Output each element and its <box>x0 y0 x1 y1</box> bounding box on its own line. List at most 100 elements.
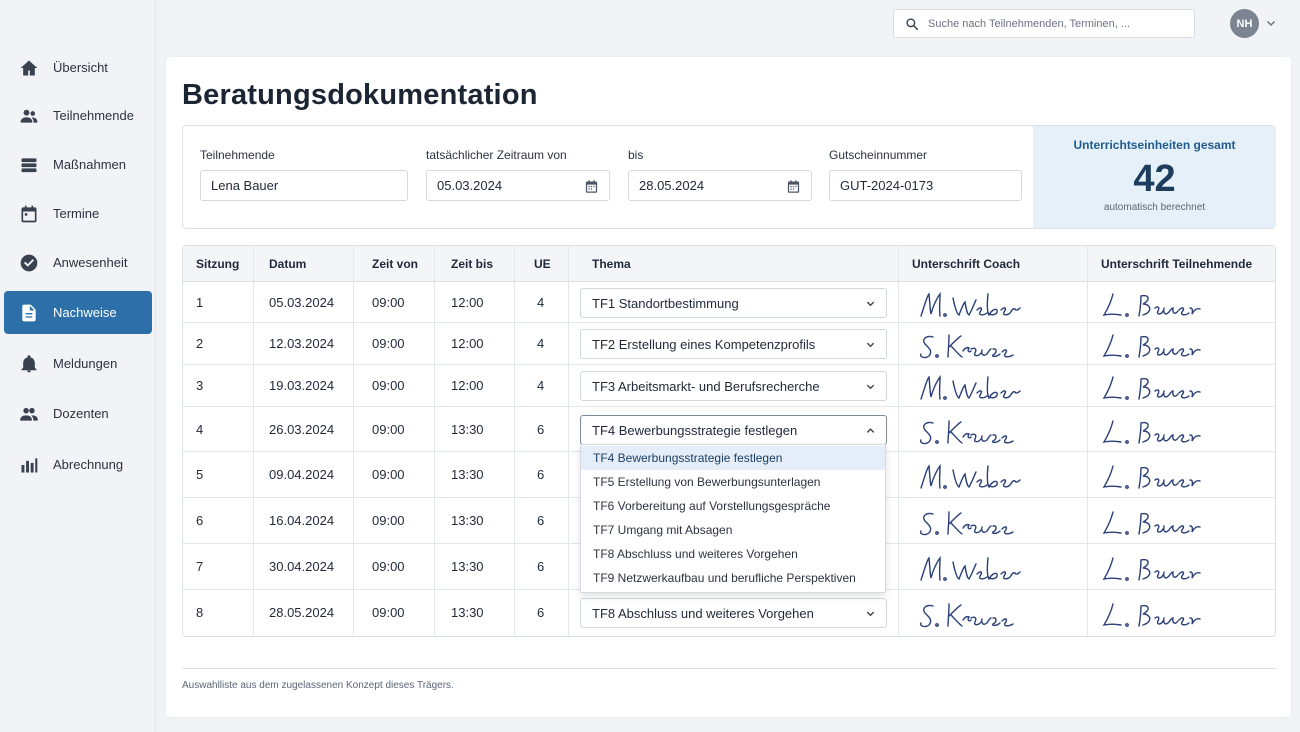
signature-participant <box>1102 376 1201 400</box>
sidebar-item-label: Nachweise <box>53 305 117 320</box>
page-title: Beratungsdokumentation <box>182 79 538 111</box>
sidebar-item-dozenten[interactable]: Dozenten <box>4 392 152 435</box>
footer-note: Auswahlliste aus dem zugelassenen Konzep… <box>182 680 454 691</box>
voucher-value: GUT-2024-0173 <box>840 178 934 193</box>
signature-participant <box>1102 420 1201 444</box>
sidebar-item-termine[interactable]: Termine <box>4 192 152 235</box>
date-to-field[interactable]: 28.05.2024 <box>628 170 812 201</box>
participant-value: Lena Bauer <box>211 178 279 193</box>
group-icon <box>18 403 40 425</box>
signature-coach <box>919 511 1014 536</box>
col-thema: Thema <box>592 257 631 271</box>
ue-total: 42 <box>1133 158 1176 200</box>
calendar-icon[interactable] <box>584 179 599 194</box>
signature-coach <box>919 420 1014 445</box>
avatar[interactable]: NH <box>1230 9 1259 38</box>
sidebar-item-teilnehmende[interactable]: Teilnehmende <box>4 94 152 137</box>
cell-ue: 6 <box>537 422 545 437</box>
signature-participant <box>1102 334 1201 358</box>
cell-date: 30.04.2024 <box>269 559 335 574</box>
col-datum: Datum <box>269 257 307 271</box>
sidebar-item-label: Dozenten <box>53 406 109 421</box>
cell-ue: 4 <box>537 336 545 351</box>
topic-select-value: TF8 Abschluss und weiteres Vorgehen <box>592 605 814 621</box>
search-box[interactable] <box>893 9 1195 38</box>
people-icon <box>18 105 40 127</box>
sidebar-item-anwesenheit[interactable]: Anwesenheit <box>4 241 152 284</box>
chevron-up-icon <box>866 428 875 433</box>
cell-ue: 4 <box>537 378 545 393</box>
cell-time-to: 13:30 <box>451 559 484 574</box>
document-icon <box>18 302 40 324</box>
cell-time-to: 13:30 <box>451 513 484 528</box>
signature-participant <box>1102 557 1201 581</box>
cell-date: 28.05.2024 <box>269 605 335 620</box>
col-ue: UE <box>534 257 551 271</box>
topic-select[interactable]: TF3 Arbeitsmarkt- und Berufsrecherche <box>580 371 887 401</box>
cell-time-from: 09:00 <box>372 295 405 310</box>
stack-icon <box>18 154 40 176</box>
col-sitzung: Sitzung <box>196 257 240 271</box>
chevron-down-icon <box>866 342 875 348</box>
topic-dropdown-list[interactable]: TF4 Bewerbungsstrategie festlegen TF5 Er… <box>580 444 886 593</box>
topic-select[interactable]: TF2 Erstellung eines Kompetenzprofils <box>580 329 887 359</box>
topic-select[interactable]: TF1 Standortbestimmung <box>580 288 887 318</box>
cell-ue: 6 <box>537 605 545 620</box>
sidebar-item-abrechnung[interactable]: Abrechnung <box>4 443 152 486</box>
cell-time-from: 09:00 <box>372 605 405 620</box>
table-header: Sitzung Datum Zeit von Zeit bis UE Thema… <box>183 246 1275 282</box>
dropdown-option[interactable]: TF5 Erstellung von Bewerbungsunterlagen <box>581 470 885 494</box>
ue-subtitle: automatisch berechnet <box>1103 202 1206 213</box>
signature-coach <box>920 555 1021 581</box>
calendar-icon[interactable] <box>786 179 801 194</box>
topic-select[interactable]: TF4 Bewerbungsstrategie festlegen <box>580 415 887 445</box>
cell-time-from: 09:00 <box>372 378 405 393</box>
date-from-field[interactable]: 05.03.2024 <box>426 170 610 201</box>
dropdown-option[interactable]: TF4 Bewerbungsstrategie festlegen <box>581 446 885 470</box>
signature-coach <box>920 291 1021 317</box>
cell-date: 05.03.2024 <box>269 295 335 310</box>
main-card: Beratungsdokumentation Teilnehmende Lena… <box>166 57 1291 717</box>
dropdown-option[interactable]: TF6 Vorbereitung auf Vorstellungsgespräc… <box>581 494 885 518</box>
cell-date: 12.03.2024 <box>269 336 335 351</box>
topic-select-value: TF4 Bewerbungsstrategie festlegen <box>592 422 798 438</box>
dropdown-option[interactable]: TF7 Umgang mit Absagen <box>581 518 885 542</box>
chevron-down-icon[interactable] <box>1265 17 1277 29</box>
cell-date: 19.03.2024 <box>269 378 335 393</box>
signature-participant <box>1102 511 1201 535</box>
cell-time-to: 13:30 <box>451 467 484 482</box>
voucher-field[interactable]: GUT-2024-0173 <box>829 170 1022 201</box>
cell-time-to: 12:00 <box>451 378 484 393</box>
cell-session: 1 <box>196 295 204 310</box>
bell-icon <box>18 353 40 375</box>
chevron-down-icon <box>866 301 875 307</box>
topic-select-value: TF3 Arbeitsmarkt- und Berufsrecherche <box>592 378 820 394</box>
sidebar-item-nachweise[interactable]: Nachweise <box>4 291 152 334</box>
chevron-down-icon <box>866 611 875 617</box>
cell-time-to: 12:00 <box>451 336 484 351</box>
signature-participant <box>1102 603 1201 627</box>
footer-divider <box>182 668 1276 669</box>
cell-session: 7 <box>196 559 204 574</box>
participant-field[interactable]: Lena Bauer <box>200 170 408 201</box>
ue-summary: Unterrichtseinheiten gesamt 42 automatis… <box>1033 126 1276 228</box>
dropdown-option[interactable]: TF8 Abschluss und weiteres Vorgehen <box>581 542 885 566</box>
date-from-value: 05.03.2024 <box>437 178 503 193</box>
sidebar-item-uebersicht[interactable]: Übersicht <box>4 46 152 89</box>
cell-session: 4 <box>196 422 204 437</box>
from-label: tatsächlicher Zeitraum von <box>426 148 567 162</box>
sidebar-item-meldungen[interactable]: Meldungen <box>4 342 152 385</box>
topic-select[interactable]: TF8 Abschluss und weiteres Vorgehen <box>580 598 887 628</box>
table-row: 2 12.03.2024 09:00 12:00 4 TF2 Erstellung ein… <box>183 323 1275 365</box>
sidebar-item-massnahmen[interactable]: Maßnahmen <box>4 143 152 186</box>
home-icon <box>18 57 40 79</box>
cell-time-to: 13:30 <box>451 605 484 620</box>
calendar-icon <box>18 203 40 225</box>
col-unterschrift-coach: Unterschrift Coach <box>912 257 1021 271</box>
search-icon <box>906 17 919 30</box>
signature-participant <box>1102 293 1201 317</box>
dropdown-option[interactable]: TF9 Netzwerkaufbau und berufliche Perspe… <box>581 566 885 590</box>
cell-time-to: 12:00 <box>451 295 484 310</box>
search-input[interactable] <box>928 17 1178 30</box>
cell-session: 3 <box>196 378 204 393</box>
